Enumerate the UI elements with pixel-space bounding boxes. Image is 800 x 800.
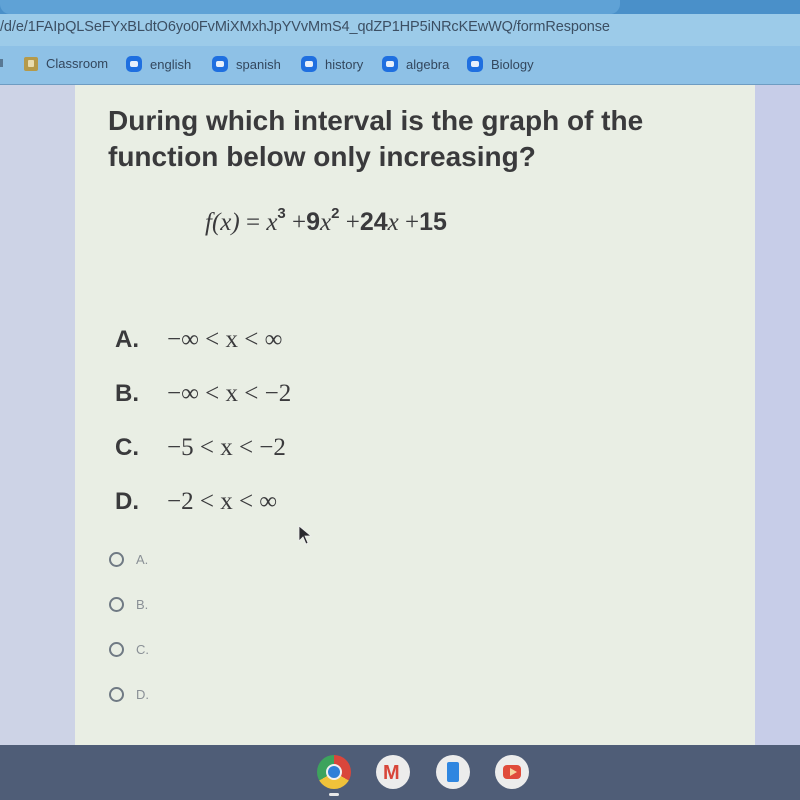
bookmark-label: algebra [406,56,450,72]
choice-expression: −2 < x < ∞ [167,488,278,515]
question-card: During which interval is the graph of th… [75,85,755,745]
choice-expression: −5 < x < −2 [167,434,286,461]
radio-label[interactable]: B. [136,597,148,612]
formula-coefficient: 9 [306,208,321,236]
radio-option-c[interactable]: C. [109,627,149,672]
bookmark-partial-icon [0,59,3,67]
choice-list: A. −∞ < x < ∞ B. −∞ < x < −2 C. −5 < x <… [115,313,291,529]
youtube-icon[interactable] [495,755,529,789]
bookmark-algebra[interactable]: algebra [382,56,449,72]
page-margin-left [0,85,75,745]
choice-expression: −∞ < x < ∞ [167,326,283,353]
choice-letter: A. [115,326,139,353]
os-shelf: M [0,745,800,800]
bookmarks-bar: Classroom english spanish history algebr… [0,46,800,85]
radio-label[interactable]: D. [136,687,149,702]
radio-option-d[interactable]: D. [109,672,149,717]
formula-exponent: 2 [331,205,340,222]
formula-term: x [387,209,399,236]
zoom-meeting-icon [467,56,483,72]
formula-exponent: 3 [277,205,286,222]
chrome-icon[interactable] [317,755,351,789]
zoom-meeting-icon [301,56,317,72]
radio-button[interactable] [109,597,124,612]
docs-icon[interactable] [436,755,470,789]
bookmark-label: history [325,56,364,72]
bookmark-label: english [150,56,192,72]
choice-letter: B. [115,380,139,407]
active-app-indicator [329,793,339,796]
question-text: During which interval is the graph of th… [108,105,644,172]
bookmark-classroom[interactable]: Classroom [24,56,108,71]
bookmark-english[interactable]: english [126,56,191,72]
choice-expression: −∞ < x < −2 [167,380,292,407]
formula-coefficient: 24 [359,208,388,236]
bookmark-label: spanish [236,56,281,72]
page-margin-right [755,85,800,745]
answer-radio-group: A. B. C. D. [109,537,149,717]
radio-option-a[interactable]: A. [109,537,149,582]
zoom-meeting-icon [382,56,398,72]
choice-a: A. −∞ < x < ∞ [115,313,291,367]
bookmark-history[interactable]: history [301,56,363,72]
tab-strip [0,0,800,14]
radio-label[interactable]: C. [136,642,149,657]
radio-option-b[interactable]: B. [109,582,149,627]
gmail-icon[interactable]: M [376,755,410,789]
formula-operator: + [345,209,360,236]
choice-b: B. −∞ < x < −2 [115,367,291,421]
choice-letter: C. [115,434,139,461]
radio-button[interactable] [109,687,124,702]
choice-d: D. −2 < x < ∞ [115,475,291,529]
zoom-meeting-icon [126,56,142,72]
formula-operator: + [405,209,420,236]
bookmark-biology[interactable]: Biology [467,56,534,72]
radio-button[interactable] [109,552,124,567]
formula-term: x [266,209,278,236]
address-bar[interactable]: /d/e/1FAIpQLSeFYxBLdtO6yo0FvMiXMxhJpYVvM… [0,14,800,46]
url-text[interactable]: /d/e/1FAIpQLSeFYxBLdtO6yo0FvMiXMxhJpYVvM… [0,19,610,35]
formula-equals: = [245,209,261,236]
classroom-icon [24,56,38,71]
choice-letter: D. [115,488,139,515]
radio-button[interactable] [109,642,124,657]
zoom-meeting-icon [212,56,228,72]
bookmark-label: Classroom [46,56,109,71]
formula-operator: + [292,209,307,236]
browser-tab[interactable] [0,0,620,14]
bookmark-spanish[interactable]: spanish [212,56,281,72]
function-formula: f(x) = x3 +9x2 +24x +15 [205,205,447,237]
formula-term: x [320,209,332,236]
radio-label[interactable]: A. [136,552,148,567]
bookmark-label: Biology [491,56,534,72]
choice-c: C. −5 < x < −2 [115,421,291,475]
formula-constant: 15 [419,208,447,236]
formula-lhs: f(x) [205,209,240,236]
